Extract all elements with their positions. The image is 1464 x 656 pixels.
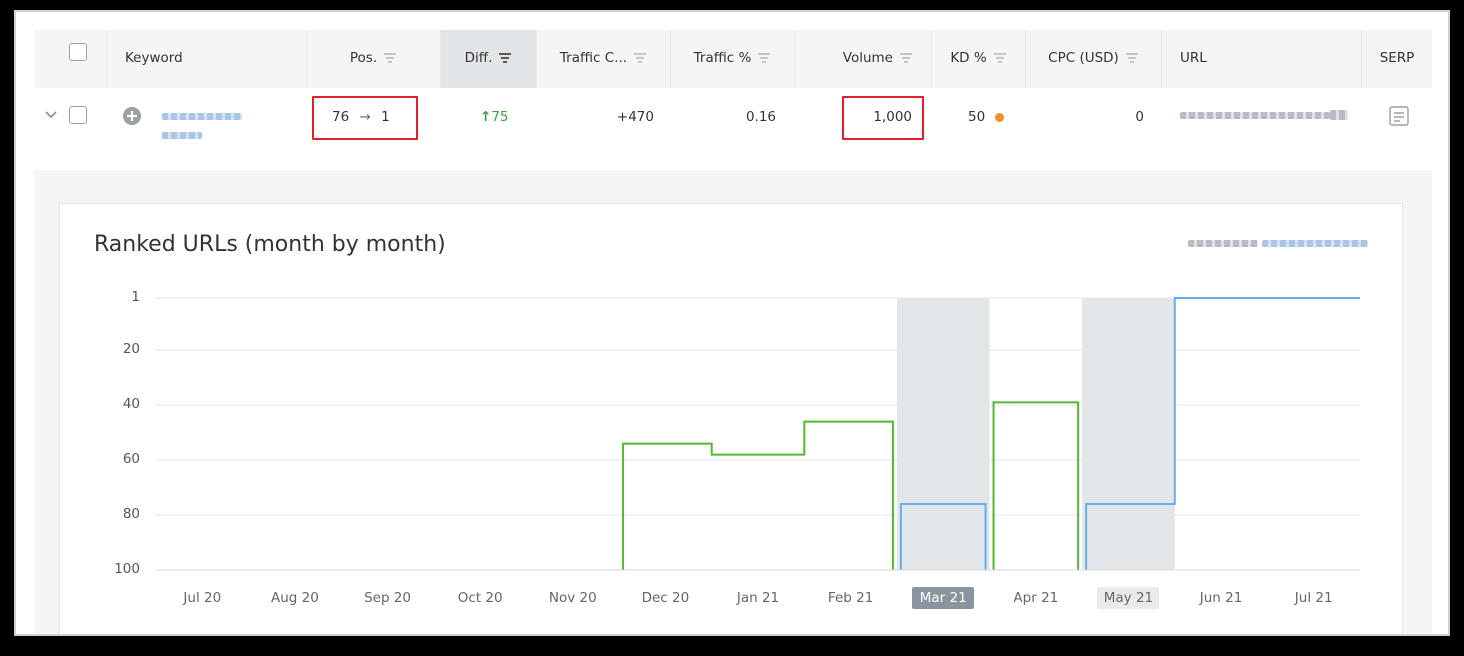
- arrow-up-icon: ↑: [480, 109, 492, 125]
- column-pos[interactable]: Pos.: [306, 30, 440, 88]
- annotation-box-position: [312, 96, 418, 140]
- screenshot-frame: Keyword Pos. Diff. Traffic C... Traffic …: [14, 10, 1450, 636]
- x-tick-label: Apr 21: [1013, 590, 1059, 606]
- x-tick-label: Jun 21: [1199, 590, 1243, 606]
- column-volume[interactable]: Volume: [794, 30, 931, 88]
- annotation-box-volume: [842, 96, 924, 140]
- chevron-down-icon[interactable]: [44, 110, 58, 120]
- column-keyword-label: Keyword: [125, 50, 183, 66]
- x-tick-label: Feb 21: [827, 590, 874, 606]
- ranked-urls-chart: [156, 297, 1360, 571]
- column-traffic-pct-label: Traffic %: [693, 50, 752, 66]
- column-cpc[interactable]: CPC (USD): [1025, 30, 1161, 88]
- column-diff[interactable]: Diff.: [440, 30, 536, 88]
- highlight-band: [896, 298, 990, 570]
- traffic-pct-value: 0.16: [745, 109, 776, 125]
- y-tick-label: 20: [122, 341, 140, 358]
- y-tick-label: 80: [122, 506, 140, 523]
- x-tick-label: Jul 20: [183, 590, 222, 606]
- column-traffic-pct[interactable]: Traffic %: [670, 30, 794, 88]
- column-keyword[interactable]: Keyword: [106, 30, 306, 88]
- column-cpc-label: CPC (USD): [1048, 50, 1119, 66]
- y-tick-label: 40: [122, 396, 140, 413]
- y-tick-label: 1: [131, 289, 140, 305]
- x-tick-label: Dec 20: [641, 590, 690, 606]
- url-link[interactable]: [1180, 112, 1330, 119]
- column-serp[interactable]: SERP: [1361, 30, 1432, 88]
- traffic-change-value: +470: [616, 109, 654, 125]
- column-kd[interactable]: KD %: [931, 30, 1025, 88]
- series-line-green: [992, 401, 1080, 570]
- sort-icon: [634, 53, 647, 63]
- diff-value: ↑75: [480, 109, 509, 125]
- sort-icon: [993, 53, 1006, 63]
- column-serp-label: SERP: [1379, 50, 1415, 66]
- series-line-green: [622, 420, 894, 570]
- table-header: Keyword Pos. Diff. Traffic C... Traffic …: [34, 30, 1432, 89]
- sort-icon: [1125, 53, 1138, 63]
- sort-active-icon: [499, 53, 512, 63]
- x-tick-label: Sep 20: [364, 590, 411, 606]
- column-diff-label: Diff.: [464, 50, 493, 66]
- diff-number: 75: [491, 109, 509, 125]
- column-traffic-change-label: Traffic C...: [559, 50, 628, 66]
- x-tick-label[interactable]: Mar 21: [912, 587, 975, 609]
- y-tick-label: 100: [114, 561, 140, 577]
- column-traffic-change[interactable]: Traffic C...: [536, 30, 670, 88]
- chart-panel: Ranked URLs (month by month) 1 20 40 60 80 10…: [34, 170, 1432, 634]
- column-pos-label: Pos.: [349, 50, 378, 66]
- keyword-link[interactable]: [162, 113, 242, 120]
- y-tick-label: 60: [122, 451, 140, 468]
- add-icon[interactable]: [122, 106, 142, 126]
- x-tick-label: Oct 20: [457, 590, 503, 606]
- column-volume-label: Volume: [842, 50, 893, 66]
- x-tick-label: Nov 20: [548, 590, 597, 606]
- x-tick-label: May 21: [1097, 587, 1160, 609]
- x-tick-label: Aug 20: [271, 590, 319, 606]
- sort-icon: [900, 53, 912, 63]
- sort-icon: [758, 53, 771, 63]
- column-url-label: URL: [1180, 50, 1207, 66]
- table-row: 76 → 1 ↑75 +470 0.16 1,000 50 0: [34, 88, 1432, 171]
- kd-number: 50: [968, 109, 986, 125]
- kd-value: 50: [968, 109, 1005, 125]
- column-kd-label: KD %: [950, 50, 987, 66]
- column-url[interactable]: URL: [1161, 30, 1361, 88]
- cpc-value: 0: [1135, 109, 1144, 125]
- x-tick-label: Jul 21: [1294, 590, 1333, 606]
- x-tick-label: Jan 21: [736, 590, 780, 606]
- kd-dot-icon: [995, 112, 1005, 122]
- serp-document-icon[interactable]: [1388, 105, 1410, 127]
- keyword-link-line2[interactable]: [162, 132, 202, 139]
- sort-icon: [384, 53, 397, 63]
- highlight-band: [1082, 298, 1175, 570]
- select-all-checkbox[interactable]: [69, 43, 87, 61]
- row-checkbox[interactable]: [69, 106, 87, 124]
- chart-card: Ranked URLs (month by month) 1 20 40 60 80 10…: [59, 203, 1403, 634]
- url-link-extra[interactable]: [1330, 110, 1348, 120]
